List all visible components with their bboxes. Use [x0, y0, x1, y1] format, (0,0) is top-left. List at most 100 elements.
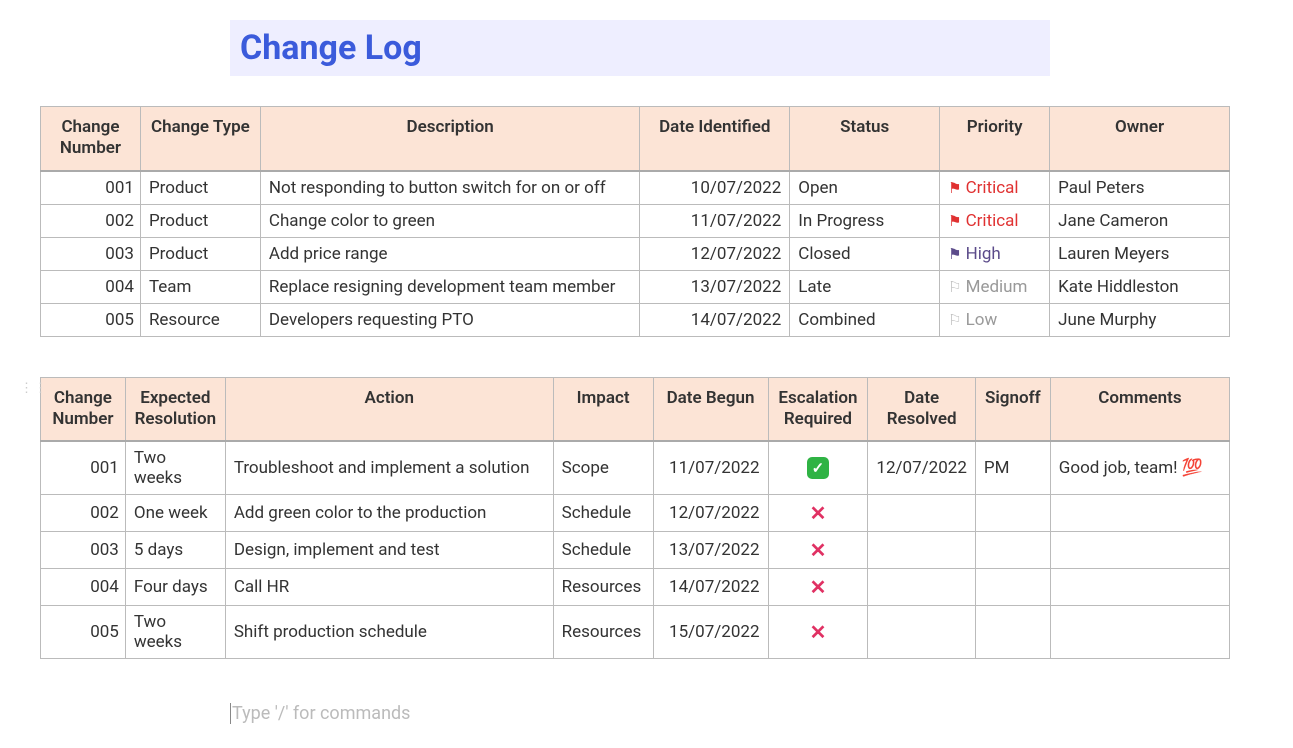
priority-label: Low [966, 310, 998, 330]
table-row[interactable]: 001Two weeksTroubleshoot and implement a… [41, 441, 1230, 495]
table-row[interactable]: 005Two weeksShift production scheduleRes… [41, 606, 1230, 659]
cell-expected-resolution: Two weeks [125, 441, 225, 495]
cell-status: Combined [790, 303, 940, 336]
cell-action: Add green color to the production [225, 495, 553, 532]
change-log-main-table: Change Number Change Type Description Da… [40, 106, 1230, 337]
cell-change-type: Team [140, 270, 260, 303]
cell-change-number: 002 [41, 495, 126, 532]
priority-label: Medium [966, 277, 1028, 297]
cell-change-type: Resource [140, 303, 260, 336]
priority-label: Critical [966, 211, 1019, 231]
col-escalation-required: Escalation Required [768, 377, 868, 441]
cell-description: Change color to green [260, 204, 639, 237]
cell-change-number: 002 [41, 204, 141, 237]
cell-change-number: 003 [41, 532, 126, 569]
drag-handle-icon[interactable]: ⋮⋮ [20, 381, 48, 396]
cell-action: Call HR [225, 569, 553, 606]
cell-escalation: ✓ [768, 441, 868, 495]
col-priority: Priority [940, 107, 1050, 171]
col-signoff: Signoff [975, 377, 1050, 441]
priority-label: High [966, 244, 1001, 264]
table-row[interactable]: 005ResourceDevelopers requesting PTO14/0… [41, 303, 1230, 336]
col-description: Description [260, 107, 639, 171]
cell-date-identified: 14/07/2022 [640, 303, 790, 336]
cell-date-begun: 12/07/2022 [653, 495, 768, 532]
cell-impact: Scope [553, 441, 653, 495]
flag-icon: ⚑ [948, 245, 961, 263]
cell-date-begun: 13/07/2022 [653, 532, 768, 569]
cell-comments: Good job, team! 💯 [1050, 441, 1229, 495]
table-row[interactable]: 0035 daysDesign, implement and testSched… [41, 532, 1230, 569]
table-row[interactable]: 004Four daysCall HRResources14/07/2022 ✕ [41, 569, 1230, 606]
priority-label: Critical [966, 178, 1019, 198]
cell-comments [1050, 495, 1229, 532]
col-date-identified: Date Identified [640, 107, 790, 171]
cell-date-identified: 13/07/2022 [640, 270, 790, 303]
cell-expected-resolution: Two weeks [125, 606, 225, 659]
cell-signoff [975, 606, 1050, 659]
command-input[interactable]: Type '/' for commands [230, 699, 1253, 728]
cell-priority: ⚑ Critical [940, 204, 1050, 237]
col-owner: Owner [1050, 107, 1230, 171]
table-row[interactable]: 003ProductAdd price range12/07/2022Close… [41, 237, 1230, 270]
cell-action: Shift production schedule [225, 606, 553, 659]
cell-impact: Schedule [553, 532, 653, 569]
col-impact: Impact [553, 377, 653, 441]
cell-owner: June Murphy [1050, 303, 1230, 336]
cell-date-resolved [868, 495, 975, 532]
cell-comments [1050, 569, 1229, 606]
cell-date-resolved [868, 569, 975, 606]
cell-status: Open [790, 171, 940, 205]
cell-change-number: 004 [41, 569, 126, 606]
cell-date-identified: 12/07/2022 [640, 237, 790, 270]
cell-escalation: ✕ [768, 569, 868, 606]
flag-icon: ⚐ [948, 311, 961, 329]
cell-change-number: 003 [41, 237, 141, 270]
col-change-type: Change Type [140, 107, 260, 171]
col-change-number: Change Number [41, 107, 141, 171]
cell-expected-resolution: 5 days [125, 532, 225, 569]
check-icon: ✓ [807, 457, 829, 479]
table2-header-row: Change Number Expected Resolution Action… [41, 377, 1230, 441]
table1-header-row: Change Number Change Type Description Da… [41, 107, 1230, 171]
page-title: Change Log [240, 28, 1040, 68]
col-change-number-2: Change Number [41, 377, 126, 441]
flag-icon: ⚑ [948, 212, 961, 230]
col-expected-resolution: Expected Resolution [125, 377, 225, 441]
cross-icon: ✕ [810, 501, 827, 525]
cell-change-number: 004 [41, 270, 141, 303]
cell-date-resolved: 12/07/2022 [868, 441, 975, 495]
cell-impact: Resources [553, 569, 653, 606]
cell-date-resolved [868, 606, 975, 659]
cell-priority: ⚐ Low [940, 303, 1050, 336]
cross-icon: ✕ [810, 538, 827, 562]
cell-comments [1050, 532, 1229, 569]
col-date-resolved: Date Resolved [868, 377, 975, 441]
cell-owner: Jane Cameron [1050, 204, 1230, 237]
cell-date-begun: 11/07/2022 [653, 441, 768, 495]
cell-date-begun: 14/07/2022 [653, 569, 768, 606]
cell-escalation: ✕ [768, 495, 868, 532]
table-row[interactable]: 002One weekAdd green color to the produc… [41, 495, 1230, 532]
cell-impact: Resources [553, 606, 653, 659]
cell-description: Developers requesting PTO [260, 303, 639, 336]
table-row[interactable]: 002ProductChange color to green11/07/202… [41, 204, 1230, 237]
cell-change-type: Product [140, 204, 260, 237]
cell-priority: ⚐Medium [940, 270, 1050, 303]
table-row[interactable]: 004TeamReplace resigning development tea… [41, 270, 1230, 303]
cell-expected-resolution: Four days [125, 569, 225, 606]
cell-priority: ⚑ Critical [940, 171, 1050, 205]
col-action: Action [225, 377, 553, 441]
cell-owner: Lauren Meyers [1050, 237, 1230, 270]
cell-status: Late [790, 270, 940, 303]
cross-icon: ✕ [810, 575, 827, 599]
cell-status: In Progress [790, 204, 940, 237]
table-row[interactable]: 001ProductNot responding to button switc… [41, 171, 1230, 205]
cell-date-resolved [868, 532, 975, 569]
cell-escalation: ✕ [768, 532, 868, 569]
cell-change-number: 005 [41, 606, 126, 659]
cell-action: Troubleshoot and implement a solution [225, 441, 553, 495]
cell-priority: ⚑ High [940, 237, 1050, 270]
flag-icon: ⚑ [948, 179, 961, 197]
cell-impact: Schedule [553, 495, 653, 532]
